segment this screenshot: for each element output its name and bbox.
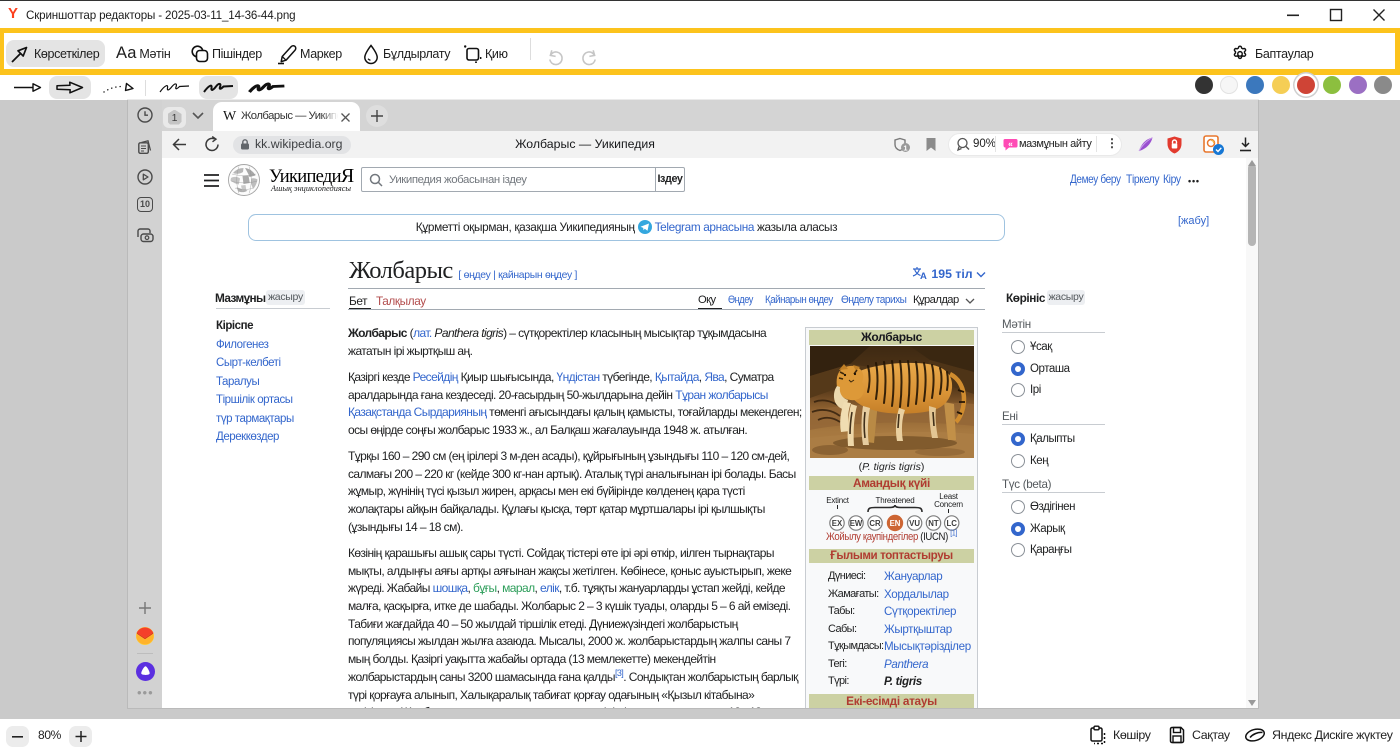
svg-text:EX: EX (832, 519, 843, 528)
svg-text:CR: CR (869, 519, 881, 528)
svg-text:LC: LC (946, 519, 957, 528)
svg-text:1: 1 (903, 143, 907, 152)
svg-text:«: « (1008, 138, 1013, 148)
svg-text:VU: VU (909, 519, 920, 528)
svg-text:EN: EN (890, 519, 901, 528)
svg-text:A: A (920, 271, 927, 280)
svg-text:Concern: Concern (934, 500, 963, 509)
svg-text:Extinct: Extinct (826, 496, 850, 505)
svg-text:Threatened: Threatened (876, 496, 915, 505)
svg-text:NT: NT (928, 519, 939, 528)
svg-text:EW: EW (850, 519, 863, 528)
